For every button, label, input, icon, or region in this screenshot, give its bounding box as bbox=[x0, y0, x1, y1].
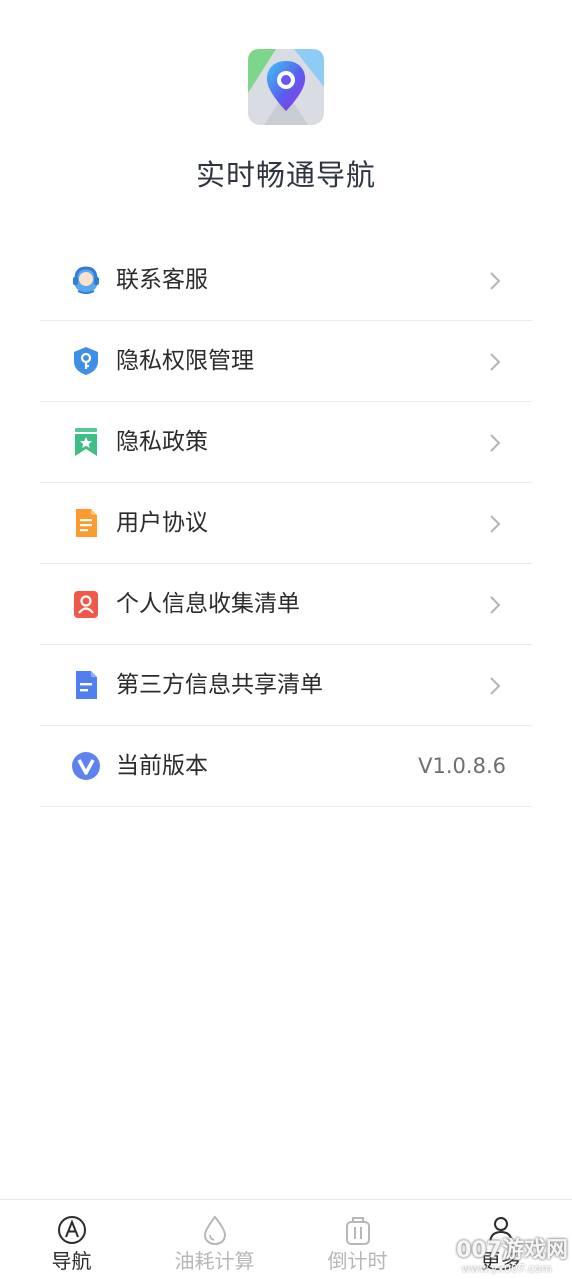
file-list-icon bbox=[76, 671, 97, 699]
menu-item-label: 当前版本 bbox=[116, 753, 208, 779]
person-card-icon bbox=[74, 591, 98, 618]
watermark: 007游戏网 bbox=[456, 1238, 568, 1263]
menu-item-label: 个人信息收集清单 bbox=[116, 591, 300, 617]
menu-item-label: 隐私政策 bbox=[116, 429, 208, 455]
app-title: 实时畅通导航 bbox=[195, 158, 376, 192]
shield-key-icon bbox=[74, 347, 98, 375]
chevron-right-icon bbox=[490, 353, 501, 371]
fuel-drop-icon bbox=[203, 1215, 227, 1246]
menu-item-label: 用户协议 bbox=[116, 510, 208, 536]
menu-item-privacy-permissions[interactable]: 隐私权限管理 bbox=[40, 321, 532, 402]
tab-fuel-calculation[interactable]: 油耗计算 bbox=[143, 1200, 286, 1279]
chevron-right-icon bbox=[490, 596, 501, 614]
watermark-url: www.yx007.com bbox=[461, 1262, 552, 1275]
menu-item-label: 联系客服 bbox=[116, 267, 208, 293]
menu-item-personal-info-list[interactable]: 个人信息收集清单 bbox=[40, 564, 532, 645]
settings-menu: 联系客服 隐私权限管理 隐私政策 用户协议 个人信息收集清单 第三方信息共享清单… bbox=[40, 240, 532, 807]
chevron-right-icon bbox=[490, 515, 501, 533]
menu-item-customer-service[interactable]: 联系客服 bbox=[40, 240, 532, 321]
menu-item-user-agreement[interactable]: 用户协议 bbox=[40, 483, 532, 564]
tab-label: 导航 bbox=[51, 1249, 92, 1273]
navigation-icon bbox=[58, 1216, 86, 1244]
tab-countdown[interactable]: 倒计时 bbox=[286, 1200, 429, 1279]
menu-item-label: 隐私权限管理 bbox=[116, 348, 254, 374]
document-icon bbox=[76, 509, 97, 537]
chevron-right-icon bbox=[490, 434, 501, 452]
customer-service-icon bbox=[73, 266, 99, 294]
timer-icon bbox=[346, 1217, 370, 1245]
tab-label: 油耗计算 bbox=[174, 1249, 255, 1273]
version-value: V1.0.8.6 bbox=[418, 754, 506, 778]
menu-item-label: 第三方信息共享清单 bbox=[116, 672, 323, 698]
version-v-icon bbox=[72, 752, 100, 780]
menu-item-current-version: 当前版本 V1.0.8.6 bbox=[40, 726, 532, 807]
menu-item-third-party-sharing[interactable]: 第三方信息共享清单 bbox=[40, 645, 532, 726]
chevron-right-icon bbox=[490, 677, 501, 695]
tab-label: 倒计时 bbox=[327, 1249, 388, 1273]
bookmark-star-icon bbox=[75, 428, 97, 456]
app-logo bbox=[248, 49, 324, 125]
menu-item-privacy-policy[interactable]: 隐私政策 bbox=[40, 402, 532, 483]
tab-navigation[interactable]: 导航 bbox=[0, 1200, 143, 1279]
chevron-right-icon bbox=[490, 272, 501, 290]
